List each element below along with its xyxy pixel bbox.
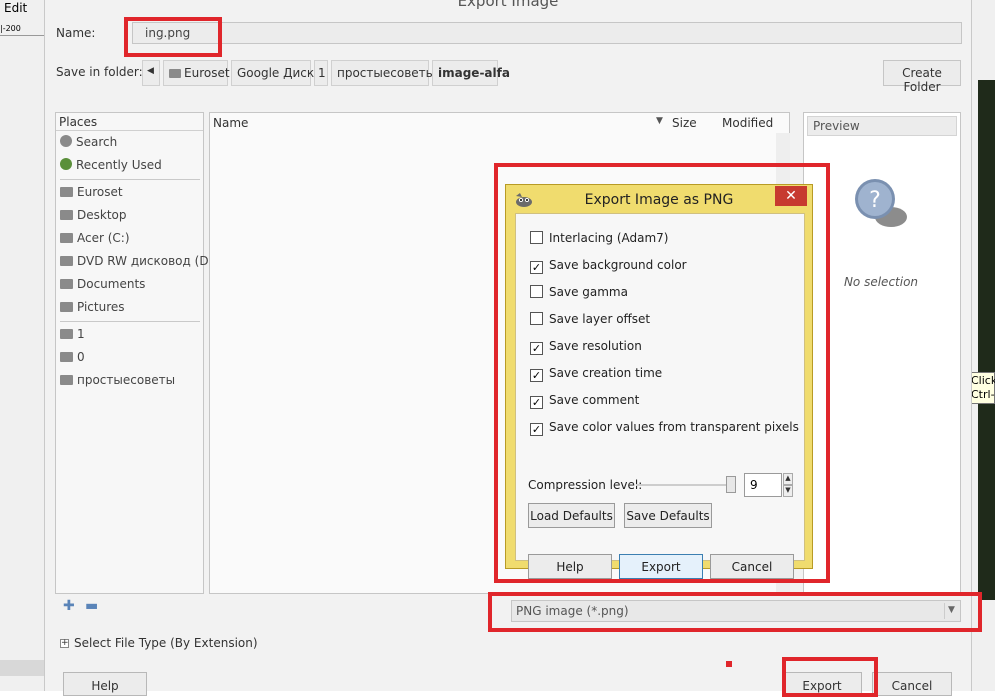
folder-icon <box>60 302 73 312</box>
checkmark-icon[interactable]: ✓ <box>530 342 543 355</box>
place-pictures[interactable]: Pictures <box>60 300 125 320</box>
checkbox-icon[interactable] <box>530 231 543 244</box>
option-save-transparent-colors[interactable]: ✓ Save color values from transparent pixe… <box>530 420 799 438</box>
dialog-title: Export Image <box>457 0 559 10</box>
folder-icon <box>60 352 73 362</box>
place-bookmark-prostyesovety[interactable]: простыесоветы <box>60 373 175 393</box>
load-defaults-button[interactable]: Load Defaults <box>528 503 615 528</box>
highlight-dot <box>726 661 732 667</box>
places-header[interactable]: Places <box>56 113 203 131</box>
place-dvd-drive[interactable]: DVD RW дисковод (D:) <box>60 254 217 274</box>
checkmark-icon[interactable]: ✓ <box>530 423 543 436</box>
png-help-button[interactable]: Help <box>528 554 612 579</box>
places-separator <box>60 179 200 180</box>
folder-icon <box>169 69 181 78</box>
background-bottom-bar <box>0 660 44 676</box>
breadcrumb-1[interactable]: 1 <box>314 60 328 86</box>
column-header-name[interactable]: Name <box>213 116 248 130</box>
search-icon <box>60 135 72 147</box>
checkbox-icon[interactable] <box>530 312 543 325</box>
cancel-button[interactable]: Cancel <box>872 672 952 696</box>
folder-icon <box>60 279 73 289</box>
breadcrumb-prostyesovety[interactable]: простыесоветы <box>331 60 435 86</box>
edit-menu[interactable]: Edit <box>4 1 27 15</box>
places-separator <box>60 321 200 322</box>
name-label: Name: <box>56 26 96 40</box>
compression-slider[interactable] <box>636 484 732 486</box>
option-save-gamma[interactable]: Save gamma <box>530 285 628 303</box>
place-documents[interactable]: Documents <box>60 277 145 297</box>
compression-spin-input[interactable]: 9 <box>744 473 782 497</box>
option-save-layer-offset[interactable]: Save layer offset <box>530 312 650 330</box>
recent-icon <box>60 158 72 170</box>
place-bookmark-1[interactable]: 1 <box>60 327 85 347</box>
folder-icon <box>60 187 73 197</box>
tooltip-line: Ctrl- <box>971 388 995 401</box>
option-save-creation-time[interactable]: ✓ Save creation time <box>530 366 662 384</box>
column-header-size[interactable]: Size <box>672 116 697 130</box>
spin-down-icon[interactable]: ▼ <box>783 485 793 497</box>
breadcrumb-image-alfa[interactable]: image-alfa <box>432 60 510 86</box>
compression-label: Compression level: <box>528 478 643 492</box>
breadcrumb-back-button[interactable]: ◀ <box>142 60 160 86</box>
create-folder-button[interactable]: Create Folder <box>883 60 961 94</box>
checkmark-icon[interactable]: ✓ <box>530 369 543 382</box>
add-bookmark-icon[interactable]: ✚ <box>63 598 75 614</box>
png-cancel-button[interactable]: Cancel <box>710 554 794 579</box>
highlight-name <box>124 17 222 57</box>
tooltip-line: Click <box>971 374 995 387</box>
option-interlacing[interactable]: Interlacing (Adam7) <box>530 231 668 249</box>
place-drive-c[interactable]: Acer (C:) <box>60 231 130 251</box>
places-panel: Places Search Recently Used Euroset Desk… <box>55 112 217 594</box>
wilber-question-icon: ? <box>855 179 907 227</box>
checkmark-icon[interactable]: ✓ <box>530 396 543 409</box>
sort-arrow-icon: ▼ <box>656 116 663 126</box>
checkbox-icon[interactable] <box>530 285 543 298</box>
checkmark-icon[interactable]: ✓ <box>530 261 543 274</box>
drive-icon <box>60 233 73 243</box>
svg-text:?: ? <box>869 188 881 213</box>
export-png-dialog: Export Image as PNG ✕ Interlacing (Adam7… <box>505 184 813 579</box>
png-export-button[interactable]: Export <box>619 554 703 579</box>
remove-bookmark-icon[interactable]: ▬ <box>85 598 98 614</box>
background-app-left <box>0 0 44 691</box>
option-save-comment[interactable]: ✓ Save comment <box>530 393 639 411</box>
png-dialog-title: Export Image as PNG <box>584 192 734 208</box>
highlight-export-button <box>782 657 878 697</box>
folder-icon <box>60 210 73 220</box>
place-bookmark-0[interactable]: 0 <box>60 350 85 370</box>
preview-header: Preview <box>807 116 957 136</box>
column-header-modified[interactable]: Modified <box>722 116 773 130</box>
breadcrumb-google-disk[interactable]: Google Диск <box>231 60 314 86</box>
place-desktop[interactable]: Desktop <box>60 208 127 228</box>
expander-plus-icon[interactable]: + <box>60 639 69 648</box>
close-icon[interactable]: ✕ <box>775 186 807 206</box>
ruler-label: |-200 <box>0 24 44 36</box>
png-options-panel: Interlacing (Adam7) ✓ Save background col… <box>515 213 805 579</box>
place-recently-used[interactable]: Recently Used <box>60 158 162 178</box>
save-defaults-button[interactable]: Save Defaults <box>624 503 712 528</box>
folder-icon <box>60 375 73 385</box>
option-save-background-color[interactable]: ✓ Save background color <box>530 258 687 276</box>
highlight-file-type <box>488 592 982 632</box>
place-euroset[interactable]: Euroset <box>60 185 123 205</box>
option-save-resolution[interactable]: ✓ Save resolution <box>530 339 642 357</box>
folder-icon <box>60 329 73 339</box>
help-button[interactable]: Help <box>63 672 147 696</box>
tooltip: Click Ctrl- <box>968 372 995 404</box>
canvas-image-edge <box>978 80 995 600</box>
place-search[interactable]: Search <box>60 135 117 155</box>
save-in-folder-label: Save in folder: <box>56 65 143 79</box>
file-name-input[interactable]: ing.png <box>132 22 962 44</box>
select-file-type-expander[interactable]: Select File Type (By Extension) <box>74 636 258 650</box>
dvd-drive-icon <box>60 256 73 266</box>
breadcrumb-euroset[interactable]: Euroset <box>163 60 230 86</box>
compression-slider-handle[interactable] <box>726 476 736 493</box>
spin-up-icon[interactable]: ▲ <box>783 473 793 485</box>
